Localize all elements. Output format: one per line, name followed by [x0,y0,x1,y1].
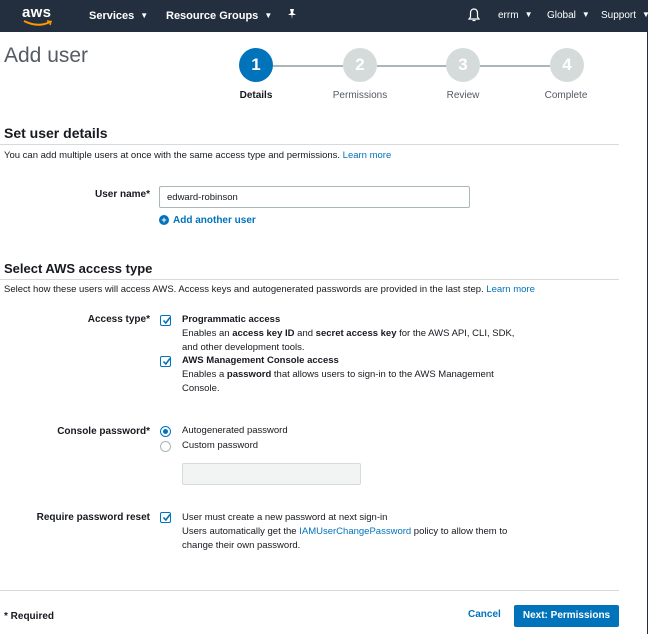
iam-user-change-password-link[interactable]: IAMUserChangePassword [299,526,411,537]
step-4-circle: 4 [550,48,584,82]
resource-groups-menu[interactable]: Resource Groups ▼ [166,10,272,22]
desc-part: change their own password. [182,539,301,551]
access-description-text: Select how these users will access AWS. … [4,284,484,295]
support-label: Support [601,10,637,21]
details-description: You can add multiple users at once with … [4,150,391,161]
desc-bold: secret access key [315,328,397,339]
desc-bold: access key ID [232,328,295,339]
step-connector [480,65,550,67]
console-password-label: Console password* [57,426,150,437]
desc-part: Console. [182,382,220,394]
require-password-reset-description: Users automatically get the IAMUserChang… [182,525,527,552]
access-type-label: Access type* [87,314,150,325]
desc-part: policy to allow them to [411,526,508,537]
access-type-heading: Select AWS access type [4,261,153,276]
console-access-title: AWS Management Console access [182,355,339,366]
step-4-label: Complete [544,90,588,101]
pin-icon[interactable] [287,8,297,23]
desc-part: that allows users to sign-in to the AWS … [271,369,494,380]
console-access-checkbox[interactable] [160,356,171,367]
desc-part: and other development tools. [182,341,305,353]
desc-part: Enables a [182,369,227,380]
chevron-down-icon: ▼ [524,10,533,19]
learn-more-link[interactable]: Learn more [343,150,392,161]
custom-password-radio[interactable] [160,441,171,452]
account-label: errm [498,10,519,21]
step-1-circle: 1 [239,48,273,82]
required-note: * Required [4,611,55,622]
region-label: Global [547,10,576,21]
desc-part: Enables an [182,328,233,339]
access-description: Select how these users will access AWS. … [4,284,535,295]
bell-icon[interactable] [467,8,481,25]
aws-smile-icon [23,20,52,26]
set-user-details-heading: Set user details [4,125,108,141]
desc-part: and [294,328,316,339]
checkmark-icon [162,317,171,325]
services-menu[interactable]: Services ▼ [89,10,148,22]
services-label: Services [89,10,135,22]
desc-bold: password [226,369,272,380]
region-menu[interactable]: Global ▼ [547,10,590,21]
require-password-reset-label: Require password reset [36,512,150,523]
chevron-down-icon: ▼ [581,10,590,19]
desc-part: for the AWS API, CLI, SDK, [396,328,515,339]
aws-logo-text: aws [22,4,52,21]
add-another-user-label: Add another user [173,215,256,226]
checkmark-icon [162,514,171,522]
require-password-reset-title: User must create a new password at next … [182,512,388,523]
step-connector [377,65,447,67]
chevron-down-icon: ▼ [264,11,273,20]
add-another-user-link[interactable]: + Add another user [159,215,256,226]
divider [0,590,619,591]
chevron-down-icon: ▼ [642,10,648,19]
account-menu[interactable]: errm ▼ [498,10,532,21]
user-name-label: User name* [94,189,150,200]
step-connector [273,65,343,67]
plus-circle-icon: + [159,215,169,225]
programmatic-access-description: Enables an access key ID and secret acce… [182,327,527,354]
learn-more-link[interactable]: Learn more [486,284,535,295]
divider [0,279,619,280]
custom-password-label: Custom password [182,440,259,451]
checkmark-icon [162,358,171,366]
step-1-label: Details [239,90,273,101]
user-name-input[interactable] [159,186,470,208]
step-3-circle: 3 [446,48,480,82]
resource-groups-label: Resource Groups [166,10,259,22]
step-2-label: Permissions [332,90,388,101]
next-permissions-button[interactable]: Next: Permissions [514,605,619,627]
divider [0,144,619,145]
details-description-text: You can add multiple users at once with … [4,150,341,161]
programmatic-access-checkbox[interactable] [160,315,171,326]
aws-logo[interactable]: aws [22,3,56,29]
desc-part: Users automatically get the [182,526,300,537]
console-access-description: Enables a password that allows users to … [182,368,527,395]
require-password-reset-checkbox[interactable] [160,512,171,523]
cancel-button[interactable]: Cancel [468,609,501,620]
top-nav: aws Services ▼ Resource Groups ▼ errm ▼ Glo… [0,0,648,32]
programmatic-access-title: Programmatic access [182,314,281,325]
custom-password-input[interactable] [182,463,361,485]
autogenerated-password-radio[interactable] [160,426,171,437]
step-3-label: Review [446,90,480,101]
support-menu[interactable]: Support ▼ [601,10,648,21]
step-2-circle: 2 [343,48,377,82]
page-title: Add user [4,44,89,67]
chevron-down-icon: ▼ [140,11,149,20]
autogenerated-password-label: Autogenerated password [182,425,288,436]
